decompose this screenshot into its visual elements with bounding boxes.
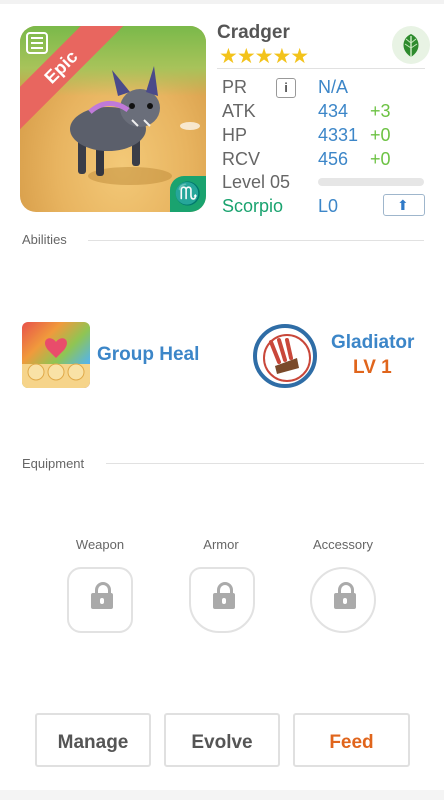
evolve-button[interactable]: Evolve [164, 713, 280, 767]
top-divider [0, 0, 444, 4]
card-details-icon[interactable] [26, 32, 48, 54]
armor-label: Armor [203, 537, 239, 552]
zodiac-upgrade-button[interactable]: ⬆ [383, 194, 425, 216]
pr-label: PR [222, 77, 248, 97]
leaf-icon [392, 26, 430, 64]
stats-divider [217, 68, 425, 69]
abilities-divider [88, 240, 424, 241]
hp-bonus: +0 [370, 125, 391, 145]
accessory-label: Accessory [313, 537, 373, 552]
weapon-label: Weapon [75, 537, 125, 552]
monster-portrait[interactable]: Epic ♏ [20, 26, 206, 212]
manage-button[interactable]: Manage [35, 713, 151, 767]
equipment-title: Equipment [22, 456, 85, 471]
level-progress-bar [318, 178, 424, 186]
atk-bonus: +3 [370, 101, 391, 121]
level-label: Level 05 [222, 172, 291, 192]
gladiator-name[interactable]: Gladiator [331, 332, 414, 354]
lock-icon [91, 582, 113, 609]
group-heal-icon[interactable] [22, 322, 90, 388]
scorpio-icon: ♏ [170, 176, 206, 212]
pr-value: N/A [318, 77, 349, 97]
group-heal-name[interactable]: Group Heal [97, 344, 199, 366]
weapon-slot[interactable] [67, 567, 133, 633]
gladiator-level: LV 1 [353, 357, 392, 378]
arrow-up-icon: ⬆ [397, 197, 409, 213]
rcv-value: 456 [318, 149, 349, 169]
zodiac-level: L0 [318, 196, 339, 216]
gladiator-icon[interactable] [253, 324, 317, 388]
atk-value: 434 [318, 101, 349, 121]
equipment-divider [106, 463, 424, 464]
zodiac-label: Scorpio [222, 196, 284, 216]
abilities-title: Abilities [22, 232, 67, 247]
star-rating: ★★★★★ [219, 45, 309, 68]
monster-name: Cradger [217, 22, 290, 43]
rcv-label: RCV [222, 149, 261, 169]
rcv-bonus: +0 [370, 149, 391, 169]
feed-button[interactable]: Feed [293, 713, 410, 767]
armor-slot[interactable] [189, 567, 255, 633]
lock-icon [334, 582, 356, 609]
hp-value: 4331 [318, 125, 359, 145]
bottom-bar [0, 790, 444, 800]
lock-icon [213, 582, 235, 609]
info-icon[interactable]: i [276, 78, 296, 98]
atk-label: ATK [222, 101, 256, 121]
hp-label: HP [222, 125, 248, 145]
accessory-slot[interactable] [310, 567, 376, 633]
